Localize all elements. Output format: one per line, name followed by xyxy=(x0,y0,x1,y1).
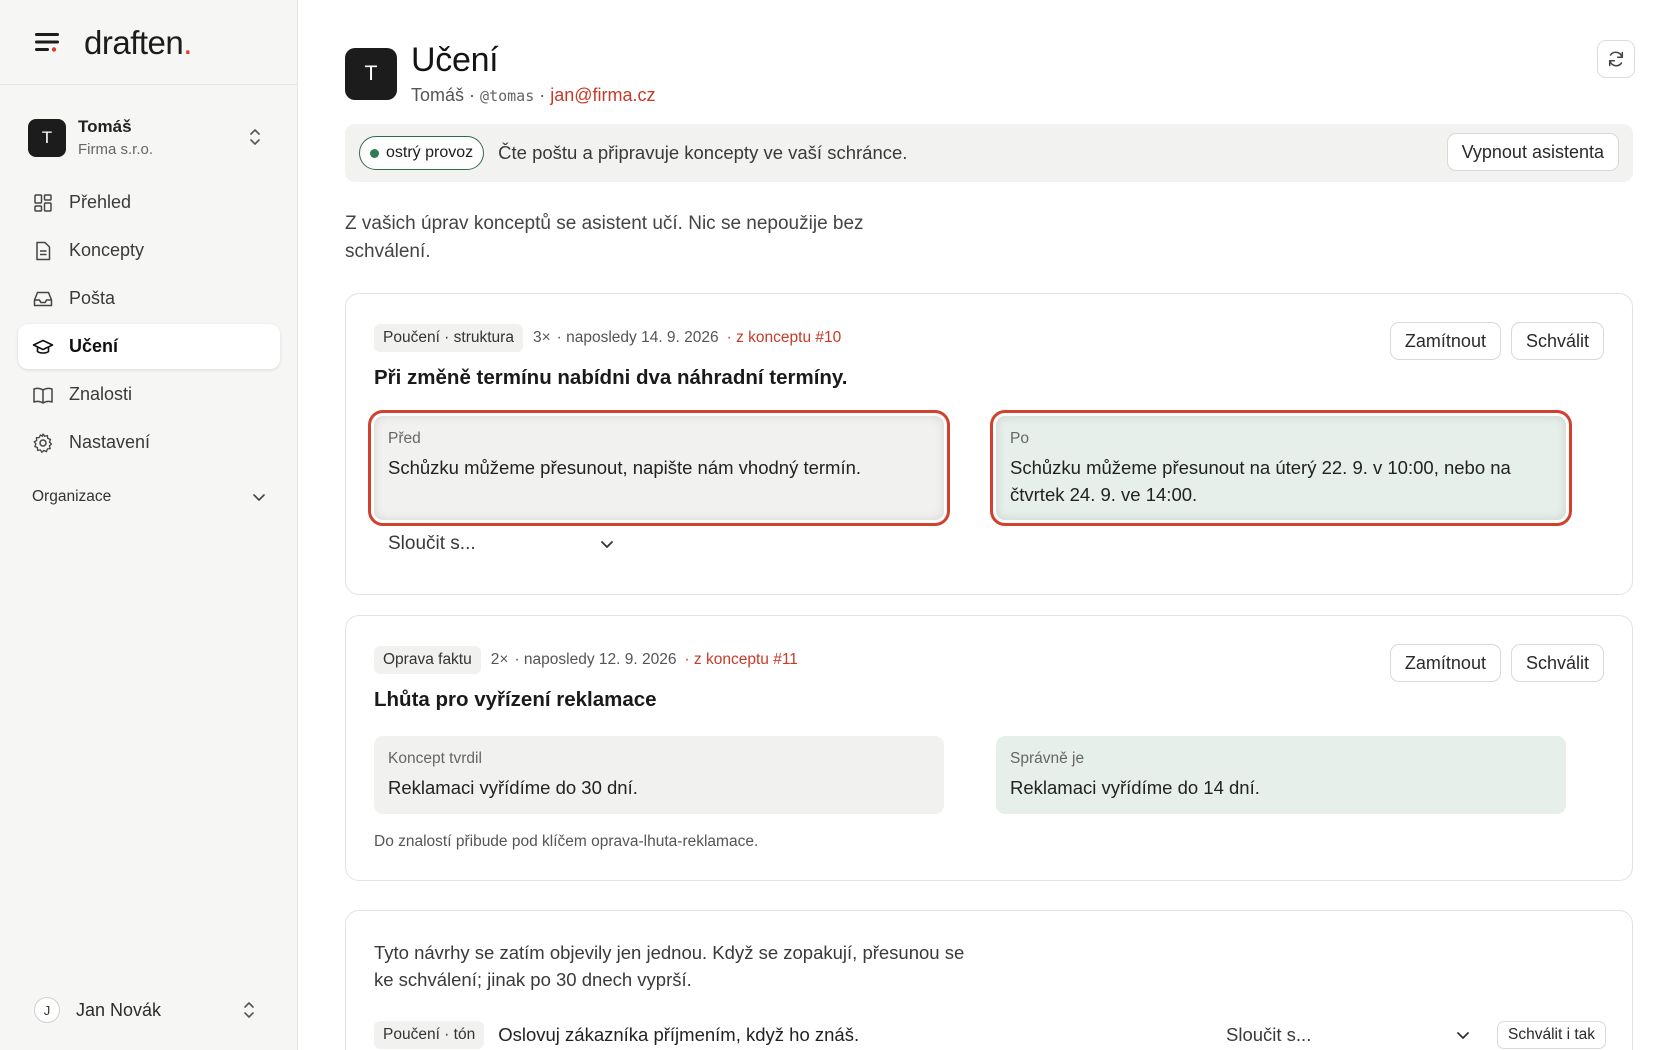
before-text: Schůzku můžeme přesunout, napište nám vh… xyxy=(388,457,862,478)
sidebar-item-nastaveni[interactable]: Nastavení xyxy=(18,420,280,465)
organization-section-toggle[interactable]: Organizace xyxy=(18,479,280,515)
suggestion-meta: Oprava faktu 2× · naposledy 12. 9. 2026 … xyxy=(374,646,798,674)
reject-button[interactable]: Zamítnout xyxy=(1389,322,1501,360)
before-label: Před xyxy=(388,430,421,447)
org-switcher[interactable]: T Tomáš Firma s.r.o. xyxy=(20,108,278,168)
draft-claim-label: Koncept tvrdil xyxy=(388,750,482,767)
page-title: Učení xyxy=(411,41,499,79)
main-content: T Učení Tomáš · @tomas · jan@firma.cz os… xyxy=(345,0,1635,1050)
assistant-status-bar: ostrý provoz Čte poštu a připravuje konc… xyxy=(345,124,1633,182)
chevron-up-down-icon xyxy=(242,1000,256,1020)
page-meta: Tomáš · @tomas · jan@firma.cz xyxy=(411,85,656,106)
gear-icon xyxy=(32,432,69,454)
sidebar-item-uceni[interactable]: Učení xyxy=(18,324,280,369)
pending-rule-text: Oslovuj zákazníka příjmením, když ho zná… xyxy=(498,1024,860,1045)
suggestion-card: Oprava faktu 2× · naposledy 12. 9. 2026 … xyxy=(345,615,1633,881)
knowledge-note: Do znalostí přibude pod klíčem oprava-lh… xyxy=(374,833,759,850)
sidebar: draften. T Tomáš Firma s.r.o. Přehled Ko… xyxy=(0,0,298,1050)
book-icon xyxy=(32,384,69,406)
sidebar-item-znalosti[interactable]: Znalosti xyxy=(18,372,280,417)
chevron-down-icon xyxy=(252,492,266,502)
card-actions: Zamítnout Schválit xyxy=(1389,644,1604,682)
source-draft-link[interactable]: · z konceptu #11 xyxy=(684,651,797,669)
approve-button[interactable]: Schválit xyxy=(1510,644,1604,682)
before-panel: Před Schůzku můžeme přesunout, napište n… xyxy=(368,410,950,526)
org-avatar: T xyxy=(28,119,66,157)
source-draft-link[interactable]: · z konceptu #10 xyxy=(727,329,842,347)
merge-select-value: Sloučit s... xyxy=(388,533,476,554)
page-avatar: T xyxy=(345,48,397,100)
status-text: Čte poštu a připravuje koncepty ve vaší … xyxy=(498,142,908,163)
reject-button[interactable]: Zamítnout xyxy=(1389,644,1501,682)
correct-value-panel: Správně je Reklamaci vyřídíme do 14 dní. xyxy=(996,736,1566,814)
correct-value-text: Reklamaci vyřídíme do 14 dní. xyxy=(1010,777,1260,798)
suggestion-type-tag: Oprava faktu xyxy=(374,646,481,674)
sidebar-item-label: Koncepty xyxy=(69,240,145,260)
inbox-icon xyxy=(32,288,69,310)
status-badge-label: ostrý provoz xyxy=(386,144,474,161)
sidebar-item-label: Znalosti xyxy=(69,384,133,404)
merge-select[interactable]: Sloučit s... xyxy=(376,524,624,564)
after-panel: Po Schůzku můžeme přesunout na úterý 22.… xyxy=(990,410,1572,526)
approve-anyway-button[interactable]: Schválit i tak xyxy=(1496,1021,1606,1049)
sidebar-item-prehled[interactable]: Přehled xyxy=(18,180,280,225)
after-label: Po xyxy=(1010,430,1029,447)
draft-claim-text: Reklamaci vyřídíme do 30 dní. xyxy=(388,777,638,798)
after-text: Schůzku můžeme přesunout na úterý 22. 9.… xyxy=(1010,457,1511,505)
suggestion-card: Poučení · struktura 3× · naposledy 14. 9… xyxy=(345,293,1633,595)
pending-suggestions-card: Tyto návrhy se zatím objevily jen jednou… xyxy=(345,910,1633,1050)
logo: draften. xyxy=(84,23,192,61)
occurrence-count: 2× xyxy=(490,651,509,668)
card-actions: Zamítnout Schválit xyxy=(1389,322,1604,360)
section-label: Organizace xyxy=(32,488,112,505)
live-dot-icon xyxy=(370,148,379,158)
disable-assistant-button[interactable]: Vypnout asistenta xyxy=(1446,133,1619,171)
document-icon xyxy=(32,240,69,262)
suggestion-meta: Poučení · struktura 3× · naposledy 14. 9… xyxy=(374,324,841,352)
org-company: Firma s.r.o. xyxy=(78,141,154,158)
last-seen: · naposledy 12. 9. 2026 xyxy=(514,651,677,668)
meta-name: Tomáš xyxy=(411,85,465,105)
refresh-icon xyxy=(1606,49,1626,69)
sidebar-item-label: Pošta xyxy=(69,288,116,308)
status-badge: ostrý provoz xyxy=(359,136,485,170)
occurrence-count: 3× xyxy=(532,329,551,346)
sidebar-item-koncepty[interactable]: Koncepty xyxy=(18,228,280,273)
meta-separator: · xyxy=(469,85,476,105)
sidebar-item-label: Přehled xyxy=(69,192,132,212)
rule-title: Při změně termínu nabídni dva náhradní t… xyxy=(374,366,848,389)
merge-select[interactable]: Sloučit s... xyxy=(1226,1018,1476,1050)
pending-note: Tyto návrhy se zatím objevily jen jednou… xyxy=(374,942,965,990)
dashboard-icon xyxy=(32,192,69,214)
intro-text: Z vašich úprav konceptů se asistent učí.… xyxy=(345,213,864,262)
sidebar-item-posta[interactable]: Pošta xyxy=(18,276,280,321)
draft-claim-panel: Koncept tvrdil Reklamaci vyřídíme do 30 … xyxy=(374,736,944,814)
meta-email-link[interactable]: jan@firma.cz xyxy=(550,85,655,105)
org-user-name: Tomáš xyxy=(78,117,132,136)
graduation-cap-icon xyxy=(32,336,69,358)
suggestion-type-tag: Poučení · tón xyxy=(374,1021,485,1049)
chevron-up-down-icon xyxy=(248,127,262,147)
sidebar-item-label: Nastavení xyxy=(69,432,151,452)
approve-button[interactable]: Schválit xyxy=(1510,322,1604,360)
last-seen: · naposledy 14. 9. 2026 xyxy=(556,329,719,346)
brand-bar: draften. xyxy=(0,0,297,85)
meta-handle: @tomas xyxy=(480,87,535,105)
chevron-down-icon xyxy=(1456,1030,1470,1040)
meta-separator: · xyxy=(539,85,546,105)
pending-row: Poučení · tón Oslovuj zákazníka příjmení… xyxy=(374,1018,1606,1050)
suggestion-type-tag: Poučení · struktura xyxy=(374,324,523,352)
refresh-button[interactable] xyxy=(1597,40,1635,78)
user-menu[interactable]: J Jan Novák xyxy=(20,990,278,1030)
page-header: T Učení Tomáš · @tomas · jan@firma.cz xyxy=(345,40,1635,112)
user-avatar: J xyxy=(34,997,60,1023)
rule-title: Lhůta pro vyřízení reklamace xyxy=(374,688,657,711)
correct-value-label: Správně je xyxy=(1010,750,1085,767)
user-name: Jan Novák xyxy=(76,999,162,1020)
sidebar-item-label: Učení xyxy=(69,336,119,356)
menu-icon[interactable] xyxy=(32,27,62,57)
merge-select-value: Sloučit s... xyxy=(1226,1024,1312,1045)
sidebar-nav: Přehled Koncepty Pošta Učení Znalosti Na… xyxy=(18,180,280,515)
chevron-down-icon xyxy=(600,539,614,549)
